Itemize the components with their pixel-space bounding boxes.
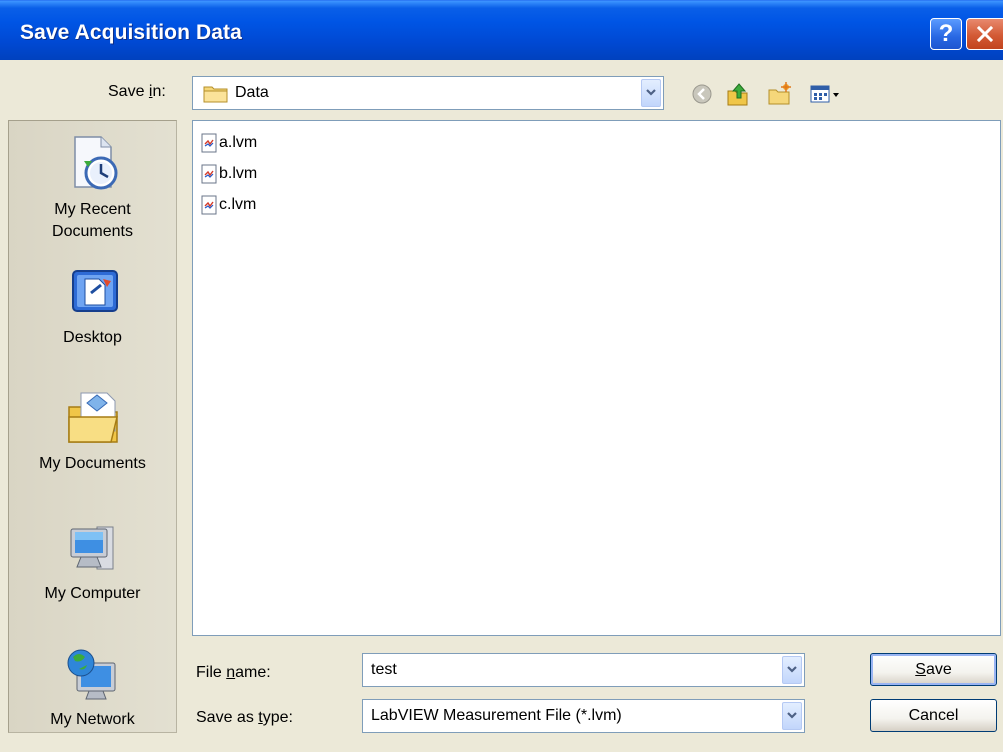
up-folder-icon xyxy=(727,83,748,106)
place-label: My Documents xyxy=(39,455,146,472)
save-in-label: Save in: xyxy=(108,83,166,100)
recent-documents-icon xyxy=(73,136,117,190)
place-label: My Computer xyxy=(44,585,141,602)
desktop-icon xyxy=(71,270,118,312)
save-as-type-value: LabVIEW Measurement File (*.lvm) xyxy=(371,707,622,724)
new-folder-icon xyxy=(768,82,791,105)
file-name: b.lvm xyxy=(219,165,258,182)
view-menu-icon xyxy=(810,85,839,103)
lvm-file-icon xyxy=(201,133,217,153)
place-my-computer[interactable]: My Computer xyxy=(9,519,176,605)
place-label: Documents xyxy=(52,223,133,240)
save-as-type-dropdown[interactable]: LabVIEW Measurement File (*.lvm) xyxy=(362,699,805,733)
my-network-icon xyxy=(67,649,115,700)
file-item[interactable]: c.lvm xyxy=(201,193,256,217)
save-in-dropdown-arrow[interactable] xyxy=(641,79,661,107)
place-my-network[interactable]: My Network xyxy=(9,645,176,731)
file-name-dropdown-arrow[interactable] xyxy=(782,656,802,684)
save-as-type-dropdown-arrow[interactable] xyxy=(782,702,802,730)
cancel-button-label: Cancel xyxy=(908,706,959,724)
place-label: Desktop xyxy=(63,329,122,346)
my-computer-icon xyxy=(70,526,113,570)
chevron-down-icon xyxy=(787,712,797,719)
new-folder-button[interactable] xyxy=(764,80,796,108)
title-bar[interactable]: Save Acquisition Data ? xyxy=(0,0,1003,60)
file-list[interactable]: a.lvm b.lvm c.lvm xyxy=(192,120,1001,636)
save-button-label: Save xyxy=(915,660,952,678)
save-in-value: Data xyxy=(235,84,269,101)
help-button[interactable]: ? xyxy=(930,18,962,50)
file-name-value[interactable]: test xyxy=(371,654,397,686)
file-item[interactable]: a.lvm xyxy=(201,131,257,155)
save-as-type-label: Save as type: xyxy=(196,709,293,726)
place-my-recent-documents[interactable]: My Recent Documents xyxy=(9,131,176,243)
close-icon xyxy=(976,25,994,43)
folder-icon xyxy=(203,86,228,103)
file-name: c.lvm xyxy=(219,196,257,213)
window-title: Save Acquisition Data xyxy=(20,21,242,44)
place-label: My Recent xyxy=(54,201,131,218)
file-item[interactable]: b.lvm xyxy=(201,162,257,186)
my-documents-icon xyxy=(67,392,118,443)
back-button[interactable] xyxy=(688,80,716,108)
lvm-file-icon xyxy=(201,164,217,184)
places-bar: My Recent Documents Desktop My Documents xyxy=(8,120,177,733)
view-menu-button[interactable] xyxy=(806,80,850,108)
file-name: a.lvm xyxy=(219,134,258,151)
place-desktop[interactable]: Desktop xyxy=(9,263,176,349)
place-label: My Network xyxy=(50,711,135,728)
back-icon xyxy=(692,84,712,104)
save-in-dropdown[interactable]: Data xyxy=(192,76,664,110)
cancel-button[interactable]: Cancel xyxy=(870,699,997,732)
close-button[interactable] xyxy=(966,18,1003,50)
lvm-file-icon xyxy=(201,195,217,215)
save-in-value-wrap: Data xyxy=(203,77,269,109)
place-my-documents[interactable]: My Documents xyxy=(9,385,176,475)
chevron-down-icon xyxy=(646,89,656,96)
file-name-label: File name: xyxy=(196,664,271,681)
chevron-down-icon xyxy=(787,666,797,673)
help-icon: ? xyxy=(938,20,954,47)
up-one-level-button[interactable] xyxy=(722,80,754,108)
file-name-input[interactable]: test xyxy=(362,653,805,687)
save-button[interactable]: Save xyxy=(870,653,997,686)
